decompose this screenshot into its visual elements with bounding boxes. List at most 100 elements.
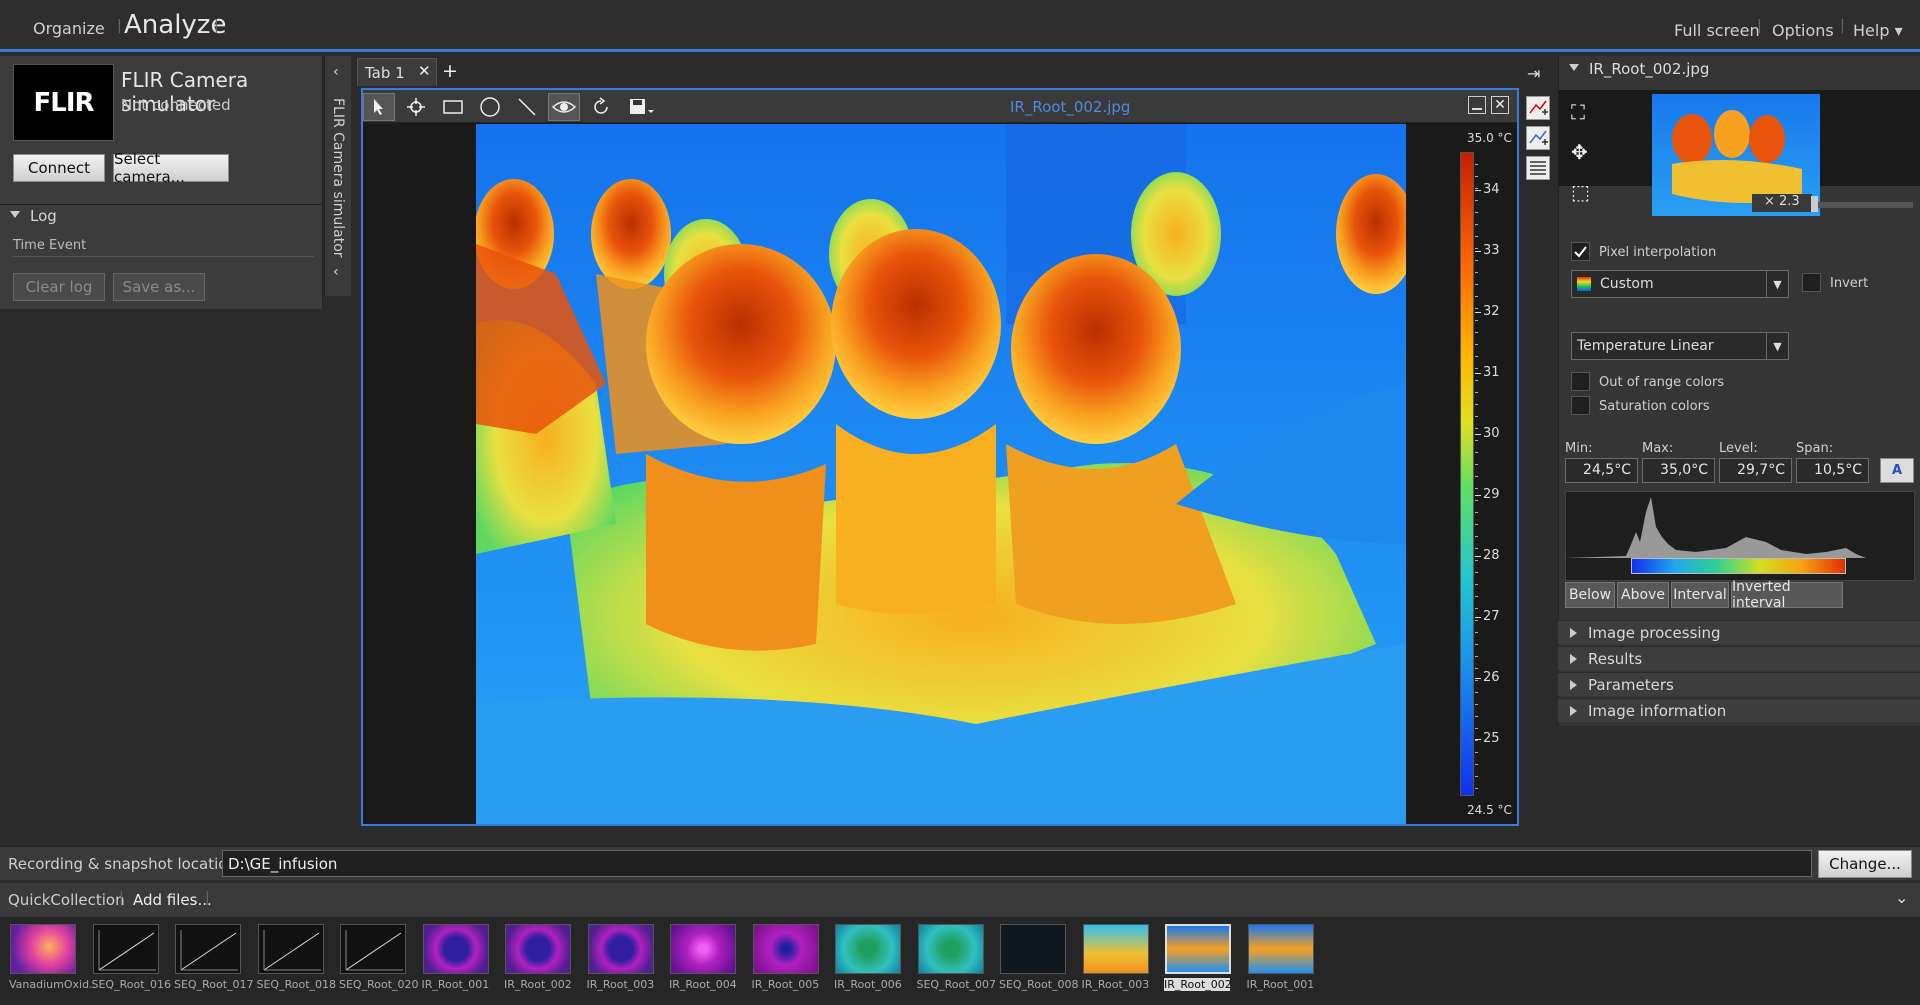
- thumbnail-item[interactable]: [505, 924, 571, 974]
- rotate-icon[interactable]: [585, 93, 617, 121]
- nav-separator: |: [1840, 18, 1845, 34]
- palette-swatch-icon: [1577, 277, 1591, 291]
- nav-analyze[interactable]: Analyze: [124, 10, 226, 40]
- select-camera-button[interactable]: Select camera...: [113, 150, 229, 186]
- level-label: Level:: [1719, 441, 1758, 456]
- help-menu[interactable]: Help ▾: [1853, 21, 1903, 40]
- thumbnail-item[interactable]: [175, 924, 241, 974]
- above-button[interactable]: Above: [1617, 582, 1669, 608]
- section-image-processing[interactable]: Image processing: [1558, 620, 1920, 644]
- thumbnail-label: SEQ_Root_008: [999, 978, 1079, 991]
- thumbnail-item[interactable]: [917, 924, 984, 974]
- collapse-triangle-icon[interactable]: [10, 211, 20, 218]
- zoom-slider[interactable]: [1817, 202, 1913, 208]
- thumbnail-item[interactable]: [92, 924, 159, 974]
- save-dropdown-icon[interactable]: [625, 93, 657, 121]
- pixel-interpolation-checkbox[interactable]: [1571, 242, 1590, 261]
- line-tool-icon[interactable]: [511, 93, 543, 121]
- thumbnail-item[interactable]: [10, 924, 76, 974]
- scale-mode-dropdown[interactable]: Temperature Linear ▼: [1571, 332, 1789, 360]
- scale-minor-tick: [1475, 776, 1478, 777]
- section-image-information[interactable]: Image information: [1558, 698, 1920, 722]
- add-measurement-icon[interactable]: [1526, 126, 1550, 150]
- change-location-button[interactable]: Change...: [1818, 850, 1912, 878]
- nav-organize[interactable]: Organize: [33, 19, 105, 38]
- inverted-interval-button[interactable]: Inverted interval: [1731, 579, 1843, 611]
- section-results[interactable]: Results: [1558, 646, 1920, 670]
- chevron-left-icon[interactable]: ‹: [333, 64, 339, 80]
- table-icon[interactable]: [1526, 156, 1550, 180]
- scale-tick-label: 28: [1483, 548, 1500, 563]
- chevron-left-icon[interactable]: ‹: [333, 264, 339, 280]
- close-tab-icon[interactable]: ✕: [418, 62, 431, 80]
- divider: [12, 256, 314, 257]
- thumbnail-item[interactable]: [422, 924, 489, 974]
- below-button[interactable]: Below: [1565, 582, 1615, 608]
- add-tab-icon[interactable]: +: [442, 60, 458, 82]
- thumbnail-item[interactable]: [257, 924, 324, 974]
- select-tool-icon[interactable]: [363, 93, 395, 121]
- pixel-interpolation-label: Pixel interpolation: [1599, 245, 1717, 260]
- saturation-checkbox[interactable]: [1571, 396, 1590, 415]
- box-tool-icon[interactable]: [437, 93, 469, 121]
- out-of-range-checkbox[interactable]: [1571, 372, 1590, 391]
- pan-icon[interactable]: ✥: [1571, 140, 1597, 166]
- thermal-image[interactable]: [476, 124, 1406, 824]
- thumbnail-item[interactable]: [670, 924, 736, 974]
- thumbnail-label: SEQ_Root_017: [174, 978, 254, 991]
- scale-minor-tick: [1475, 740, 1478, 741]
- thumbnail-item[interactable]: [835, 924, 901, 974]
- invert-checkbox[interactable]: [1802, 273, 1821, 292]
- thumbnail-item[interactable]: [1247, 924, 1314, 974]
- interval-button[interactable]: Interval: [1671, 582, 1729, 608]
- color-scale-bar[interactable]: [1460, 152, 1474, 796]
- quick-collection-label[interactable]: QuickCollection: [8, 891, 125, 909]
- collapse-triangle-icon[interactable]: [1569, 64, 1579, 71]
- span-field[interactable]: 10,5°C: [1796, 458, 1869, 483]
- thumbnail-label: SEQ_Root_016: [91, 978, 172, 991]
- range-color-bar[interactable]: [1631, 558, 1846, 574]
- options-link[interactable]: Options: [1772, 21, 1834, 40]
- circle-tool-icon[interactable]: [474, 93, 506, 121]
- histogram[interactable]: [1565, 491, 1915, 581]
- connect-button[interactable]: Connect: [13, 154, 105, 182]
- collapse-strip-icon[interactable]: ⌄: [1895, 888, 1908, 907]
- scale-minor-tick: [1475, 404, 1478, 405]
- zoom-slider-handle[interactable]: [1811, 196, 1818, 212]
- thumbnail-item[interactable]: [1000, 924, 1066, 974]
- zoom-actual-icon[interactable]: ⬚: [1571, 180, 1597, 206]
- min-field[interactable]: 24,5°C: [1565, 458, 1638, 483]
- thumbnail-label: IR_Root_002: [1164, 978, 1232, 991]
- max-label: Max:: [1642, 441, 1674, 456]
- thumbnail-item[interactable]: [752, 924, 819, 974]
- chevron-down-icon[interactable]: ▼: [1766, 271, 1788, 297]
- thumbnail-item[interactable]: [587, 924, 654, 974]
- eye-icon[interactable]: [548, 93, 580, 121]
- max-field[interactable]: 35,0°C: [1642, 458, 1715, 483]
- section-parameters[interactable]: Parameters: [1558, 672, 1920, 696]
- recording-location-input[interactable]: D:\GE_infusion: [222, 850, 1812, 877]
- thumbnail-item[interactable]: [1082, 924, 1149, 974]
- add-chart-icon[interactable]: [1526, 96, 1550, 120]
- log-header[interactable]: Log: [30, 207, 57, 225]
- thumbnail-item[interactable]: [340, 924, 406, 974]
- clear-log-button[interactable]: Clear log: [13, 273, 105, 301]
- close-image-icon[interactable]: ✕: [1491, 96, 1509, 114]
- zoom-fit-icon[interactable]: ⛶: [1571, 100, 1597, 126]
- auto-adjust-icon[interactable]: A: [1880, 458, 1914, 483]
- scale-tick-mark: [1475, 556, 1481, 557]
- export-icon[interactable]: ⇥: [1527, 64, 1549, 84]
- thumbnail-label: IR_Root_004: [669, 978, 737, 991]
- add-files-button[interactable]: Add files...: [133, 891, 212, 909]
- palette-dropdown[interactable]: Custom ▼: [1571, 270, 1789, 298]
- chevron-down-icon[interactable]: ▼: [1766, 333, 1788, 359]
- scale-minor-tick: [1475, 344, 1478, 345]
- save-as-button[interactable]: Save as...: [113, 273, 205, 301]
- spot-tool-icon[interactable]: [400, 93, 432, 121]
- level-field[interactable]: 29,7°C: [1719, 458, 1792, 483]
- scale-minor-tick: [1475, 356, 1478, 357]
- minimize-icon[interactable]: [1468, 96, 1486, 114]
- fullscreen-link[interactable]: Full screen: [1674, 21, 1760, 40]
- out-of-range-label: Out of range colors: [1599, 375, 1725, 390]
- thumbnail-item[interactable]: [1165, 924, 1231, 974]
